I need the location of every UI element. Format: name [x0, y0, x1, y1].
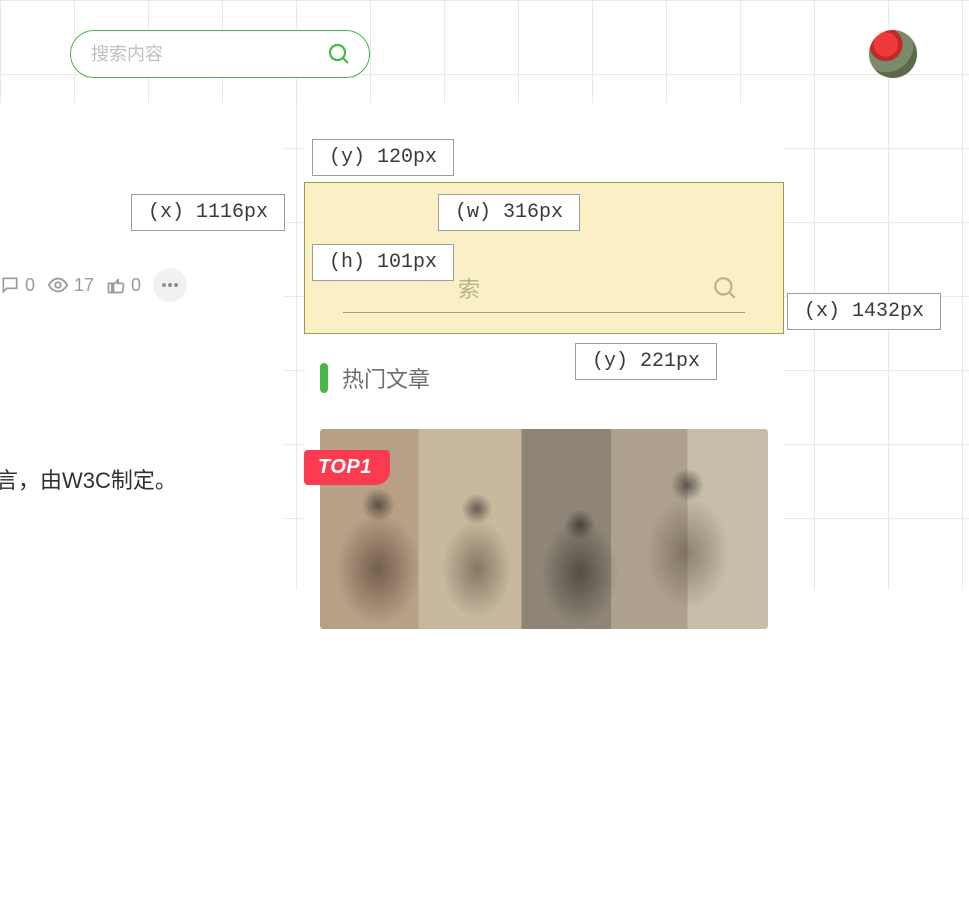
- dimension-label-y-bottom: (y) 221px: [575, 343, 717, 380]
- article-meta: 0 17 0: [0, 268, 187, 302]
- comment-icon: [0, 275, 20, 295]
- dimension-label-x-left: (x) 1116px: [131, 194, 285, 231]
- ellipsis-icon: [162, 283, 178, 287]
- comments-count[interactable]: 0: [0, 275, 35, 296]
- search-icon[interactable]: [705, 275, 745, 301]
- search-icon[interactable]: [323, 36, 355, 72]
- dimension-label-width: (w) 316px: [438, 194, 580, 231]
- hot-articles-header: 热门文章: [320, 362, 430, 394]
- section-accent-bar: [320, 363, 328, 393]
- thumbs-up-icon: [106, 275, 126, 295]
- dimension-label-x-right: (x) 1432px: [787, 293, 941, 330]
- hot-articles-title: 热门文章: [342, 362, 430, 394]
- article-body-fragment: 言，由W3C制定。: [0, 463, 177, 495]
- views-count[interactable]: 17: [47, 274, 94, 296]
- eye-icon: [47, 274, 69, 296]
- main-search[interactable]: [70, 30, 370, 78]
- more-button[interactable]: [153, 268, 187, 302]
- avatar[interactable]: [869, 30, 917, 78]
- views-value: 17: [74, 275, 94, 296]
- dimension-label-y-top: (y) 120px: [312, 139, 454, 176]
- dimension-label-height: (h) 101px: [312, 244, 454, 281]
- likes-value: 0: [131, 275, 141, 296]
- comments-value: 0: [25, 275, 35, 296]
- main-search-input[interactable]: [91, 44, 323, 65]
- top-rank-badge: TOP1: [304, 450, 390, 485]
- likes-count[interactable]: 0: [106, 275, 141, 296]
